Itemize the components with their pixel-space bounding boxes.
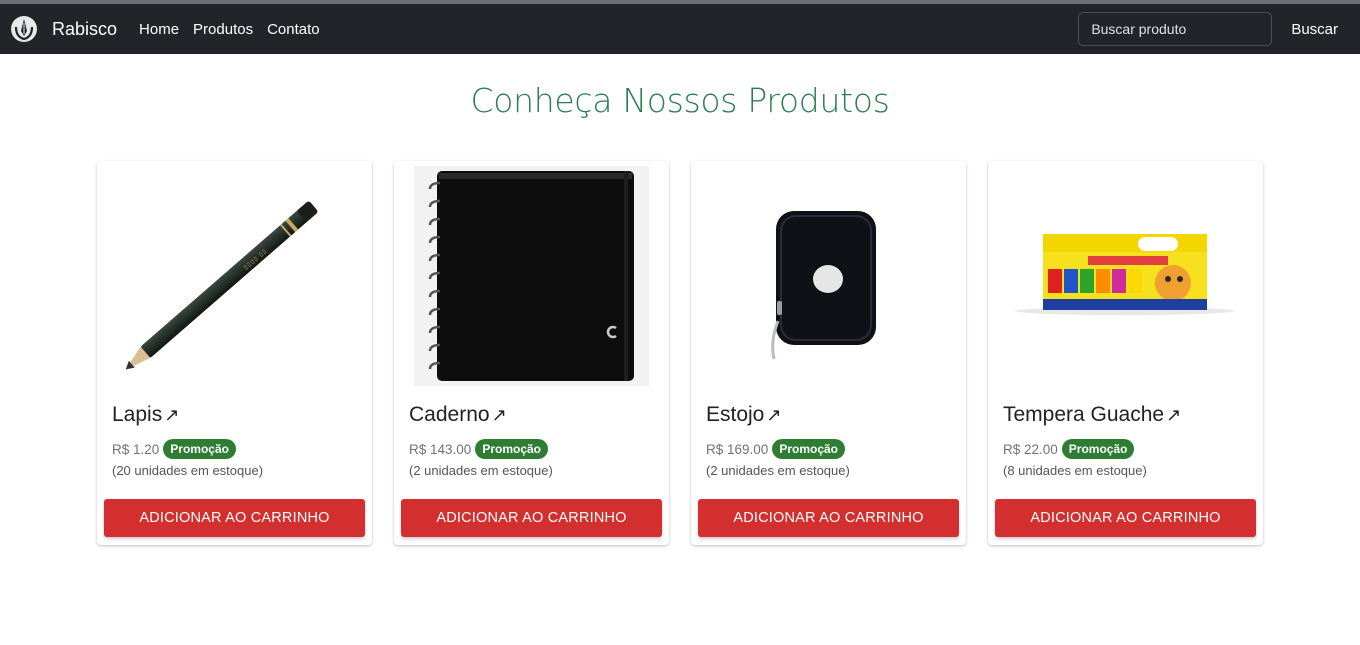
promo-badge: Promoção [772, 439, 845, 459]
search-form: Buscar [1078, 12, 1350, 46]
brand-name[interactable]: Rabisco [52, 19, 117, 40]
product-title-link[interactable]: Lapis ↗ [97, 403, 372, 427]
brand[interactable]: Rabisco [10, 15, 117, 43]
product-title-link[interactable]: Tempera Guache ↗ [988, 403, 1263, 427]
arrow-up-right-icon[interactable]: ↗ [164, 406, 179, 424]
product-card: Caderno ↗ R$ 143.00 Promoção (2 unidades… [394, 161, 669, 545]
price-row: R$ 1.20 Promoção [97, 439, 372, 459]
arrow-up-right-icon[interactable]: ↗ [1166, 406, 1181, 424]
add-to-cart-button[interactable]: ADICIONAR AO CARRINHO [104, 499, 365, 537]
page-title: Conheça Nossos Produtos [470, 81, 890, 120]
product-grid: ▯▯▯▯ ▯▯ Lapis ↗ R$ 1.20 Promoção (20 uni… [97, 161, 1263, 545]
product-name[interactable]: Lapis [112, 403, 162, 427]
product-name[interactable]: Estojo [706, 403, 764, 427]
product-price: R$ 169.00 [706, 441, 769, 457]
product-price: R$ 143.00 [409, 441, 472, 457]
notebook-image[interactable] [394, 161, 669, 390]
product-card: ▯▯▯▯ ▯▯ Lapis ↗ R$ 1.20 Promoção (20 uni… [97, 161, 372, 545]
product-price: R$ 1.20 [112, 441, 160, 457]
promo-badge: Promoção [1061, 439, 1135, 459]
product-name[interactable]: Caderno [409, 403, 490, 427]
stock-info: (2 unidades em estoque) [409, 463, 553, 478]
nav-links: Home Produtos Contato [139, 21, 320, 38]
add-to-cart-button[interactable]: ADICIONAR AO CARRINHO [995, 499, 1256, 537]
search-input[interactable] [1078, 12, 1273, 46]
stock-info: (2 unidades em estoque) [706, 463, 850, 478]
search-button[interactable]: Buscar [1291, 21, 1350, 38]
nav-link-contato[interactable]: Contato [267, 21, 320, 38]
add-to-cart-button[interactable]: ADICIONAR AO CARRINHO [401, 499, 662, 537]
pencil-logo-icon[interactable] [10, 15, 38, 43]
arrow-up-right-icon[interactable]: ↗ [766, 406, 781, 424]
product-name[interactable]: Tempera Guache [1003, 403, 1164, 427]
promo-badge: Promoção [475, 439, 548, 459]
pencil-case-image[interactable] [691, 161, 966, 390]
price-row: R$ 143.00 Promoção [394, 439, 669, 459]
nav-link-produtos[interactable]: Produtos [193, 21, 253, 38]
product-card: Tempera Guache ↗ R$ 22.00 Promoção (8 un… [988, 161, 1263, 545]
price-row: R$ 22.00 Promoção [988, 439, 1263, 459]
navbar: Rabisco Home Produtos Contato Buscar [0, 4, 1360, 54]
product-title-link[interactable]: Caderno ↗ [394, 403, 669, 427]
product-price: R$ 22.00 [1003, 441, 1058, 457]
promo-badge: Promoção [163, 439, 236, 459]
pencil-image[interactable]: ▯▯▯▯ ▯▯ [97, 161, 372, 390]
product-title-link[interactable]: Estojo ↗ [691, 403, 966, 427]
stock-info: (8 unidades em estoque) [1003, 463, 1147, 478]
nav-link-home[interactable]: Home [139, 21, 179, 38]
gouache-paint-image[interactable] [988, 161, 1263, 390]
stock-info: (20 unidades em estoque) [112, 463, 264, 478]
product-card: Estojo ↗ R$ 169.00 Promoção (2 unidades … [691, 161, 966, 545]
price-row: R$ 169.00 Promoção [691, 439, 966, 459]
add-to-cart-button[interactable]: ADICIONAR AO CARRINHO [698, 499, 959, 537]
arrow-up-right-icon[interactable]: ↗ [492, 406, 507, 424]
